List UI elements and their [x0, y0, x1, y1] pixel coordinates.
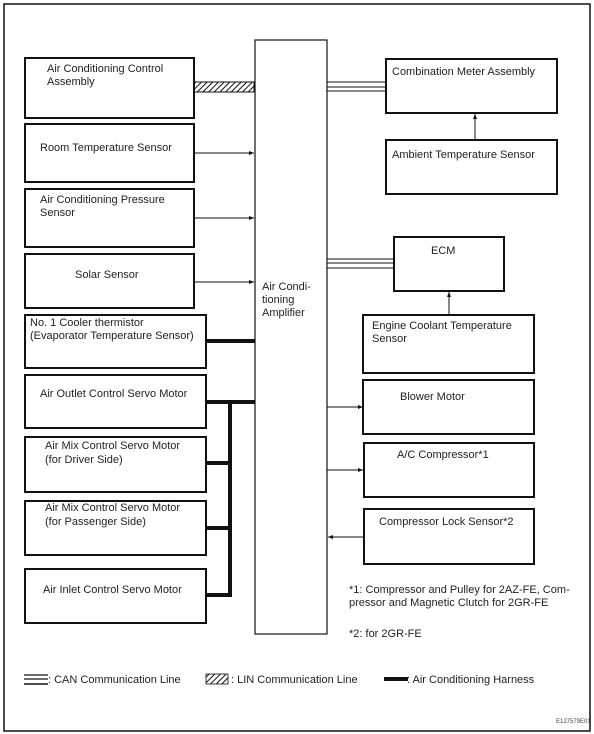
legend-harness-symbol	[384, 677, 408, 681]
note-2: *2: for 2GR-FE	[349, 628, 422, 640]
svg-text:Air Mix Control Servo Motor: Air Mix Control Servo Motor	[45, 502, 180, 514]
svg-text:Ambient Temperature Sensor: Ambient Temperature Sensor	[392, 149, 535, 161]
legend-lin-label: : LIN Communication Line	[231, 674, 358, 686]
svg-text:Blower Motor: Blower Motor	[400, 391, 465, 403]
svg-text:A/C Compressor*1: A/C Compressor*1	[397, 449, 489, 461]
svg-text:(Evaporator Temperature Sensor: (Evaporator Temperature Sensor)	[30, 330, 194, 342]
box-ac-control-assembly: Air Conditioning Control Assembly	[24, 57, 195, 119]
legend-lin-symbol	[205, 673, 229, 685]
box-compressor-lock-sensor: Compressor Lock Sensor*2	[363, 508, 535, 565]
footnotes: *1: Compressor and Pulley for 2AZ-FE, Co…	[349, 584, 570, 640]
svg-text:Sensor: Sensor	[372, 333, 407, 345]
amplifier-label: Amplifier	[262, 307, 305, 319]
box-air-mix-servo-driver: Air Mix Control Servo Motor (for Driver …	[24, 436, 207, 493]
can-line-ecm	[327, 258, 394, 269]
box-ac-compressor: A/C Compressor*1	[363, 442, 535, 498]
svg-text:Air Outlet Control Servo Motor: Air Outlet Control Servo Motor	[40, 388, 188, 400]
box-ambient-temperature-sensor: Ambient Temperature Sensor	[385, 139, 558, 195]
svg-text:ECM: ECM	[431, 245, 455, 257]
svg-text:Combination Meter Assembly: Combination Meter Assembly	[392, 66, 536, 78]
note-1: pressor and Magnetic Clutch for 2GR-FE	[349, 597, 548, 609]
svg-text:Compressor Lock Sensor*2: Compressor Lock Sensor*2	[379, 516, 514, 528]
box-room-temperature-sensor: Room Temperature Sensor	[24, 123, 195, 183]
box-ecm: ECM	[393, 236, 505, 292]
svg-text:Solar Sensor: Solar Sensor	[75, 269, 139, 281]
note-1: *1: Compressor and Pulley for 2AZ-FE, Co…	[349, 584, 570, 596]
svg-text:Air Conditioning Pressure: Air Conditioning Pressure	[40, 194, 165, 206]
box-air-outlet-servo: Air Outlet Control Servo Motor	[24, 374, 207, 429]
ac-amplifier: Air Condi- tioning Amplifier	[254, 39, 328, 635]
box-combination-meter: Combination Meter Assembly	[385, 58, 558, 114]
legend-can-label: : CAN Communication Line	[48, 674, 181, 686]
box-cooler-thermistor: No. 1 Cooler thermistor (Evaporator Temp…	[24, 314, 207, 369]
svg-text:Air Inlet Control Servo Motor: Air Inlet Control Servo Motor	[43, 584, 182, 596]
legend: : CAN Communication Line : LIN Communica…	[24, 673, 535, 686]
svg-text:(for Passenger Side): (for Passenger Side)	[45, 516, 146, 528]
box-ac-pressure-sensor: Air Conditioning Pressure Sensor	[24, 188, 195, 248]
svg-text:Engine Coolant Temperature: Engine Coolant Temperature	[372, 320, 512, 332]
amplifier-label: tioning	[262, 294, 294, 306]
svg-text:Sensor: Sensor	[40, 207, 75, 219]
svg-text:Air Conditioning Control: Air Conditioning Control	[47, 63, 163, 75]
svg-text:Room Temperature Sensor: Room Temperature Sensor	[40, 142, 172, 154]
svg-text:Air Mix Control Servo Motor: Air Mix Control Servo Motor	[45, 440, 180, 452]
can-line-combination-meter	[327, 81, 386, 92]
amplifier-label: Air Condi-	[262, 281, 311, 293]
box-air-mix-servo-passenger: Air Mix Control Servo Motor (for Passeng…	[24, 500, 207, 556]
svg-text:No. 1 Cooler thermistor: No. 1 Cooler thermistor	[30, 317, 144, 329]
box-solar-sensor: Solar Sensor	[24, 253, 195, 309]
box-blower-motor: Blower Motor	[362, 379, 535, 435]
ac-system-diagram: Air Condi- tioning Amplifier Air Conditi…	[3, 3, 591, 732]
legend-can-symbol	[24, 674, 48, 685]
svg-text:Assembly: Assembly	[47, 76, 95, 88]
legend-harness-label: : Air Conditioning Harness	[407, 674, 535, 686]
svg-text:(for Driver Side): (for Driver Side)	[45, 454, 123, 466]
figure-id: E127579E01	[556, 719, 591, 725]
lin-line	[193, 81, 255, 93]
box-air-inlet-servo: Air Inlet Control Servo Motor	[24, 568, 207, 624]
box-engine-coolant-sensor: Engine Coolant Temperature Sensor	[362, 314, 535, 374]
